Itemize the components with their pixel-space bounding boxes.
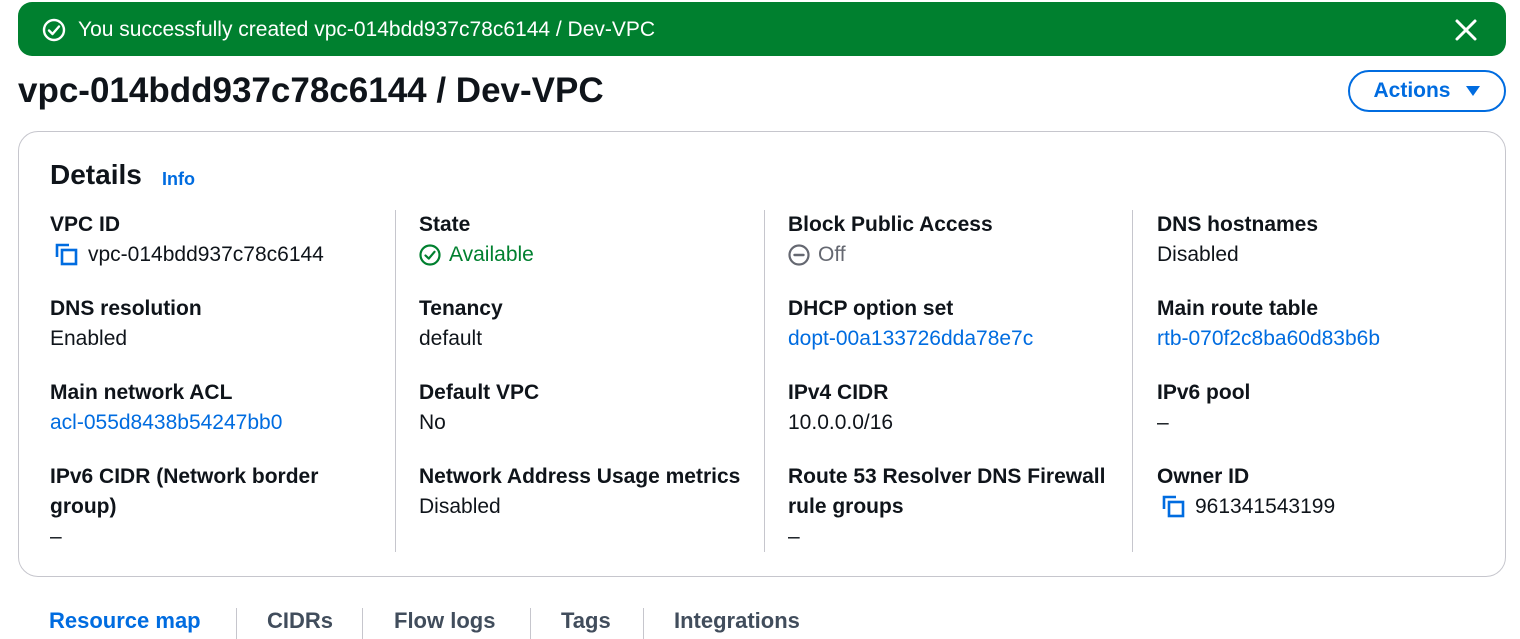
main-route-table-link[interactable]: rtb-070f2c8ba60d83b6b [1157, 324, 1507, 354]
tab-separator [530, 608, 531, 639]
field-block-public-access: Block Public Access Off [788, 210, 1138, 270]
field-tenancy: Tenancy default [419, 294, 769, 354]
field-vpc-id: VPC ID vpc-014bdd937c78c6144 [50, 210, 400, 270]
field-label: Block Public Access [788, 213, 993, 236]
ipv6-cidr-value: – [50, 525, 62, 548]
field-label: IPv6 CIDR (Network border group) [50, 465, 319, 518]
field-route53-resolver-firewall: Route 53 Resolver DNS Firewall rule grou… [788, 462, 1118, 552]
dns-resolution-value: Enabled [50, 327, 128, 350]
field-label: DHCP option set [788, 297, 954, 320]
field-label: Owner ID [1157, 465, 1250, 488]
tab-separator [236, 608, 237, 639]
close-icon [1455, 19, 1477, 41]
tab-tags[interactable]: Tags [561, 608, 611, 634]
field-ipv4-cidr: IPv4 CIDR 10.0.0.0/16 [788, 378, 1138, 438]
field-label: DNS resolution [50, 297, 202, 320]
copy-icon[interactable] [1161, 494, 1187, 520]
field-label: Main route table [1157, 297, 1319, 320]
tab-resource-map[interactable]: Resource map [49, 608, 201, 634]
field-label: Network Address Usage metrics [419, 465, 741, 488]
details-heading: Details [50, 159, 142, 190]
actions-button[interactable]: Actions [1348, 70, 1506, 112]
field-owner-id: Owner ID 961341543199 [1157, 462, 1507, 522]
check-circle-icon [419, 244, 441, 266]
tab-flow-logs[interactable]: Flow logs [394, 608, 495, 634]
owner-id-value: 961341543199 [1195, 495, 1336, 518]
tab-integrations[interactable]: Integrations [674, 608, 800, 634]
field-network-address-usage: Network Address Usage metrics Disabled [419, 462, 769, 522]
success-banner: You successfully created vpc-014bdd937c7… [18, 2, 1506, 56]
default-vpc-value: No [419, 411, 446, 434]
field-main-route-table: Main route table rtb-070f2c8ba60d83b6b [1157, 294, 1507, 354]
field-dhcp-option-set: DHCP option set dopt-00a133726dda78e7c [788, 294, 1138, 354]
network-address-usage-value: Disabled [419, 495, 501, 518]
field-ipv6-cidr: IPv6 CIDR (Network border group) – [50, 462, 350, 552]
ipv4-cidr-value: 10.0.0.0/16 [788, 411, 894, 434]
check-circle-icon [42, 18, 66, 42]
page-title: vpc-014bdd937c78c6144 / Dev-VPC [18, 71, 604, 110]
field-label: State [419, 213, 471, 236]
field-value-row: Available [419, 240, 769, 270]
field-label: VPC ID [50, 213, 121, 236]
field-value-row: Off [788, 240, 1138, 270]
route53-resolver-firewall-value: – [788, 525, 800, 548]
dhcp-option-set-link[interactable]: dopt-00a133726dda78e7c [788, 324, 1138, 354]
field-dns-resolution: DNS resolution Enabled [50, 294, 400, 354]
field-label: DNS hostnames [1157, 213, 1319, 236]
field-label: IPv4 CIDR [788, 381, 889, 404]
detail-tabs: Resource map CIDRs Flow logs Tags Integr… [18, 598, 1018, 639]
state-status: Available [449, 243, 534, 266]
actions-label: Actions [1373, 79, 1451, 102]
field-label: Tenancy [419, 297, 503, 320]
field-value-row: vpc-014bdd937c78c6144 [50, 240, 400, 270]
field-ipv6-pool: IPv6 pool – [1157, 378, 1507, 438]
info-link[interactable]: Info [162, 168, 195, 190]
main-network-acl-link[interactable]: acl-055d8438b54247bb0 [50, 408, 400, 438]
details-panel: Details Info VPC ID vpc-014bdd937c78c614… [18, 131, 1506, 577]
vpc-id-value: vpc-014bdd937c78c6144 [88, 243, 324, 266]
field-label: IPv6 pool [1157, 381, 1251, 404]
tab-separator [643, 608, 644, 639]
dns-hostnames-value: Disabled [1157, 243, 1239, 266]
field-state: State Available [419, 210, 769, 270]
field-label: Main network ACL [50, 381, 233, 404]
tab-separator [362, 608, 363, 639]
field-dns-hostnames: DNS hostnames Disabled [1157, 210, 1507, 270]
caret-down-icon [1465, 86, 1480, 96]
banner-message: You successfully created vpc-014bdd937c7… [78, 18, 656, 41]
field-main-network-acl: Main network ACL acl-055d8438b54247bb0 [50, 378, 400, 438]
ipv6-pool-value: – [1157, 411, 1169, 434]
copy-icon[interactable] [54, 242, 80, 268]
field-value-row: 961341543199 [1157, 492, 1507, 522]
field-label: Route 53 Resolver DNS Firewall rule grou… [788, 465, 1106, 518]
dismiss-banner-button[interactable] [1452, 16, 1480, 44]
minus-circle-icon [788, 244, 810, 266]
tenancy-value: default [419, 327, 483, 350]
field-default-vpc: Default VPC No [419, 378, 769, 438]
tab-cidrs[interactable]: CIDRs [267, 608, 333, 634]
block-public-access-status: Off [818, 243, 846, 266]
field-label: Default VPC [419, 381, 540, 404]
